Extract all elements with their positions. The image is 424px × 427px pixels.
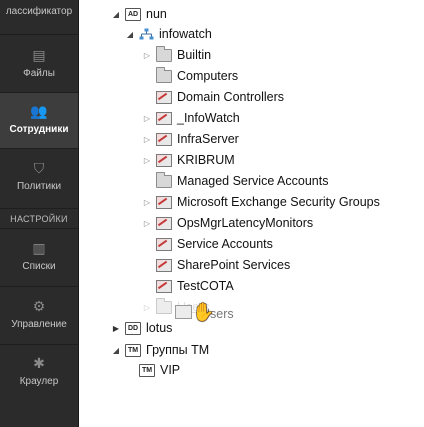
nav-lists[interactable]: ▥ Списки — [0, 240, 78, 272]
tree-node-label: Группы ТМ — [146, 343, 210, 357]
tree-node-vip[interactable]: TM VIP — [125, 360, 180, 380]
ou-icon — [156, 258, 172, 272]
tree-node-service-accounts[interactable]: Service Accounts — [142, 234, 273, 254]
expand-icon[interactable]: ▷ — [142, 135, 152, 144]
divider — [0, 286, 78, 287]
tree-node-computers[interactable]: Computers — [142, 66, 238, 86]
collapse-icon[interactable]: ◢ — [111, 10, 121, 19]
nav-files[interactable]: ▤ Файлы — [0, 47, 78, 79]
nav-management[interactable]: ⚙ Управление — [0, 298, 78, 330]
tree-node-kribrum[interactable]: ▷ KRIBRUM — [142, 150, 235, 170]
tree-node-label: Computers — [177, 69, 239, 83]
tree-node-label: Microsoft Exchange Security Groups — [177, 195, 380, 209]
folder-icon — [156, 297, 172, 314]
sidebar: лассификатор ▤ Файлы 👥 Сотрудники ⛉ Поли… — [0, 0, 79, 427]
nav-policies-label: Политики — [16, 181, 62, 192]
tree-node-label: KRIBRUM — [177, 153, 235, 167]
tree-node-label: Builtin — [177, 48, 212, 62]
nav-lists-label: Списки — [22, 261, 56, 272]
tree-node-tm-groups[interactable]: ◢ TM Группы ТМ — [111, 340, 209, 360]
tree-node-infowatch-ou[interactable]: ▷ _InfoWatch — [142, 108, 240, 128]
books-icon: ▥ — [32, 240, 46, 256]
tree-node-label: Managed Service Accounts — [177, 174, 329, 188]
tree-node-testcota[interactable]: TestCOTA — [142, 276, 234, 296]
ou-icon — [156, 90, 172, 104]
drag-ghost-folder-icon — [175, 305, 192, 319]
nav-policies[interactable]: ⛉ Политики — [0, 160, 78, 192]
network-icon — [139, 28, 154, 41]
ou-icon — [156, 195, 172, 209]
spider-icon: ✱ — [33, 355, 45, 371]
expand-icon[interactable]: ▶ — [111, 324, 121, 333]
expand-icon[interactable]: ▷ — [142, 156, 152, 165]
tree-node-builtin[interactable]: ▷ Builtin — [142, 45, 211, 65]
tree-node-sharepoint[interactable]: SharePoint Services — [142, 255, 290, 275]
folder-icon — [156, 45, 172, 62]
people-icon: 👥 — [30, 103, 48, 119]
folder-icon — [156, 171, 172, 188]
tree-node-domain-controllers[interactable]: Domain Controllers — [142, 87, 284, 107]
ou-icon — [156, 153, 172, 167]
shield-icon: ⛉ — [33, 160, 45, 176]
nav-crawler-label: Краулер — [19, 376, 59, 387]
tree-node-nun[interactable]: ◢ AD nun — [111, 4, 167, 24]
divider — [0, 344, 78, 345]
gears-icon: ⚙ — [32, 298, 46, 314]
ou-icon — [156, 237, 172, 251]
expand-icon[interactable]: ▷ — [142, 303, 152, 312]
dd-domain-icon: DD — [125, 321, 141, 335]
tree-node-managed-service-accounts[interactable]: Managed Service Accounts — [142, 171, 328, 191]
nav-crawler[interactable]: ✱ Краулер — [0, 355, 78, 387]
tree-node-label: TestCOTA — [177, 279, 234, 293]
section-header-settings: НАСТРОЙКИ — [10, 214, 68, 224]
nav-management-label: Управление — [11, 319, 67, 330]
nav-files-label: Файлы — [23, 68, 55, 79]
expand-icon[interactable]: ▷ — [142, 219, 152, 228]
ou-icon — [156, 111, 172, 125]
expand-icon[interactable]: ▷ — [142, 114, 152, 123]
nav-classifier-label: лассификатор — [5, 6, 73, 17]
tree-node-label: lotus — [146, 321, 173, 335]
tree-node-label: InfraServer — [177, 132, 239, 146]
ou-icon — [156, 279, 172, 293]
tree-node-label: VIP — [160, 363, 181, 377]
org-tree: ◢ AD nun ◢ infowatch ▷ Builtin Computers… — [78, 0, 424, 427]
tree-node-label: Service Accounts — [177, 237, 273, 251]
divider — [0, 208, 78, 209]
tm-group-icon: TM — [125, 343, 141, 357]
expand-icon[interactable]: ▷ — [142, 51, 152, 60]
files-icon: ▤ — [32, 47, 46, 63]
tree-node-infraserver[interactable]: ▷ InfraServer — [142, 129, 239, 149]
tree-node-label: infowatch — [159, 27, 212, 41]
collapse-icon[interactable]: ◢ — [111, 346, 121, 355]
nav-employees-label: Сотрудники — [9, 124, 69, 135]
collapse-icon[interactable]: ◢ — [125, 30, 135, 39]
tree-node-label: nun — [146, 7, 167, 21]
tree-node-exchange-security-groups[interactable]: ▷ Microsoft Exchange Security Groups — [142, 192, 380, 212]
tree-node-label: OpsMgrLatencyMonitors — [177, 216, 314, 230]
hand-cursor-icon: ✋ — [192, 302, 215, 322]
divider — [0, 148, 78, 149]
divider — [0, 228, 78, 229]
tree-node-label: SharePoint Services — [177, 258, 291, 272]
tree-node-label: Domain Controllers — [177, 90, 284, 104]
folder-icon — [156, 66, 172, 83]
ad-domain-icon: AD — [125, 7, 141, 21]
nav-employees[interactable]: 👥 Сотрудники — [0, 93, 78, 148]
tree-node-label: _InfoWatch — [177, 111, 240, 125]
tree-node-opsmgr[interactable]: ▷ OpsMgrLatencyMonitors — [142, 213, 313, 233]
tm-group-icon: TM — [139, 363, 155, 377]
divider — [0, 34, 78, 35]
tree-node-infowatch[interactable]: ◢ infowatch — [125, 24, 212, 44]
tree-node-lotus[interactable]: ▶ DD lotus — [111, 318, 172, 338]
nav-classifier[interactable]: лассификатор — [0, 6, 78, 17]
ou-icon — [156, 132, 172, 146]
ou-icon — [156, 216, 172, 230]
expand-icon[interactable]: ▷ — [142, 198, 152, 207]
